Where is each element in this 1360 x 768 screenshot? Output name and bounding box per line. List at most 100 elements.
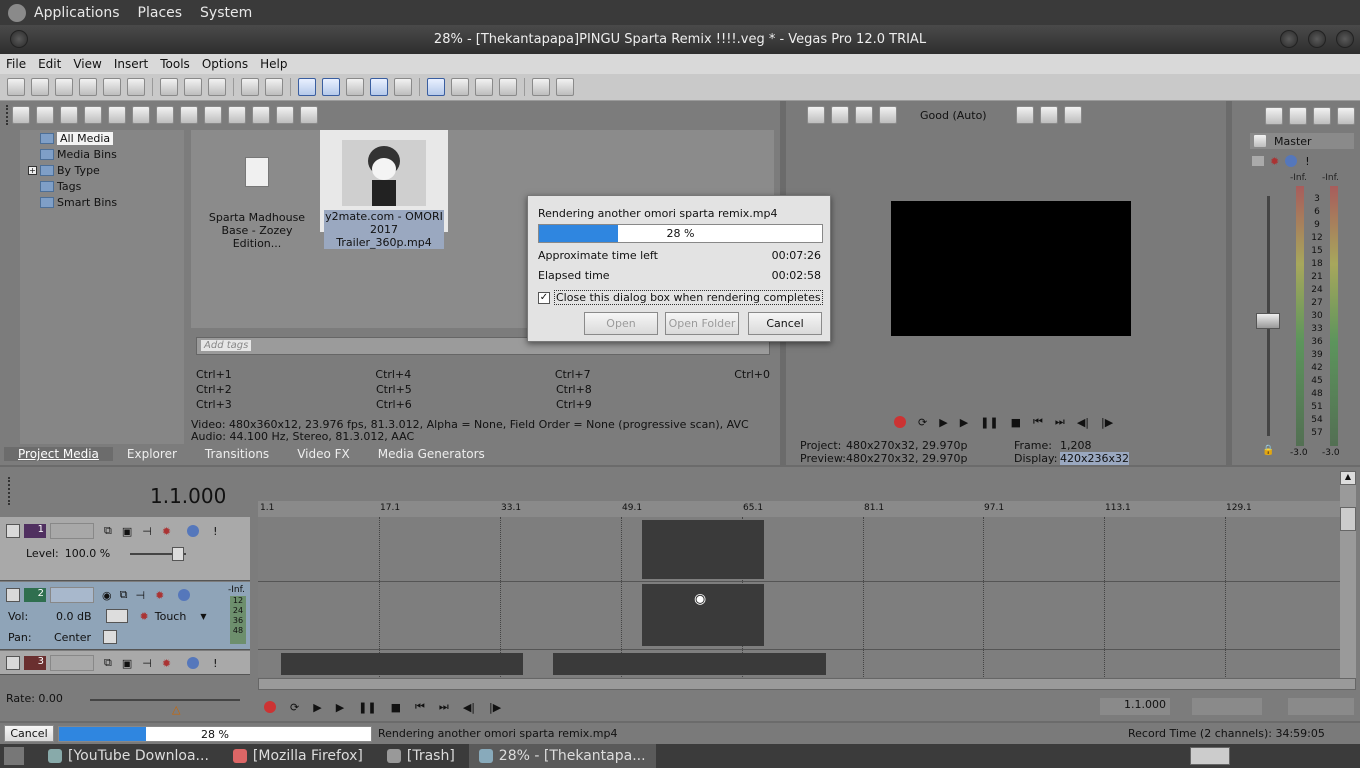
tab-project-media[interactable]: Project Media bbox=[4, 447, 113, 461]
render-as-icon[interactable] bbox=[103, 78, 121, 96]
pan-slider[interactable] bbox=[103, 630, 118, 644]
solo-icon[interactable]: ! bbox=[213, 525, 217, 538]
record-icon[interactable] bbox=[894, 416, 906, 428]
properties-icon[interactable] bbox=[127, 78, 145, 96]
menu-tools[interactable]: Tools bbox=[160, 57, 190, 71]
system-menu[interactable]: System bbox=[200, 5, 252, 21]
menu-file[interactable]: File bbox=[6, 57, 26, 71]
solo-icon[interactable]: ! bbox=[1305, 155, 1309, 168]
preview-properties-icon[interactable] bbox=[807, 106, 825, 124]
envelope-tool-icon[interactable] bbox=[322, 78, 340, 96]
menu-options[interactable]: Options bbox=[202, 57, 248, 71]
next-frame-icon[interactable]: |▶ bbox=[489, 701, 501, 714]
end-time-field[interactable]: 1.1.000 bbox=[1100, 698, 1170, 715]
cancel-render-button[interactable]: Cancel bbox=[748, 312, 822, 335]
tab-video-fx[interactable]: Video FX bbox=[283, 447, 364, 461]
master-fx-icon[interactable] bbox=[1253, 134, 1267, 148]
link-icon[interactable] bbox=[180, 106, 198, 124]
overlays-grid-icon[interactable] bbox=[1015, 106, 1034, 124]
play-from-start-icon[interactable]: ▶ bbox=[313, 701, 321, 714]
vol-slider[interactable] bbox=[105, 609, 128, 623]
media-item-selected[interactable]: y2mate.com - OMORI 2017 Trailer_360p.mp4 bbox=[320, 130, 448, 249]
cut-icon[interactable] bbox=[160, 78, 178, 96]
menu-view[interactable]: View bbox=[73, 57, 101, 71]
copy-icon[interactable] bbox=[184, 78, 202, 96]
panel-grip[interactable] bbox=[6, 105, 9, 125]
taskbar-item-vegas[interactable]: 28% - [Thekantapa... bbox=[468, 744, 656, 768]
go-to-start-icon[interactable]: ⏮ bbox=[415, 700, 425, 714]
mixer-icon[interactable] bbox=[1337, 107, 1355, 125]
close-when-done-checkbox[interactable]: ✓ bbox=[538, 291, 550, 304]
places-menu[interactable]: Places bbox=[138, 5, 183, 21]
save-icon[interactable] bbox=[55, 78, 73, 96]
tab-media-generators[interactable]: Media Generators bbox=[364, 447, 499, 461]
dim-output-icon[interactable] bbox=[1313, 107, 1331, 125]
undo-icon[interactable] bbox=[241, 78, 259, 96]
lock-envelopes-icon[interactable] bbox=[394, 78, 412, 96]
menu-edit[interactable]: Edit bbox=[38, 57, 61, 71]
track-fx-icon[interactable]: ⧉ bbox=[104, 524, 112, 538]
track-expand-icon[interactable] bbox=[6, 524, 20, 538]
play-icon[interactable]: ▶ bbox=[336, 701, 344, 714]
web-icon[interactable] bbox=[108, 106, 126, 124]
quality-dropdown[interactable]: Good (Auto) bbox=[920, 109, 987, 122]
stop-media-icon[interactable] bbox=[228, 106, 246, 124]
automation-gear-icon[interactable]: ✹ bbox=[140, 610, 149, 623]
media-fx-icon[interactable] bbox=[156, 106, 174, 124]
workspace-switcher-icon[interactable] bbox=[1190, 747, 1230, 765]
loop-icon[interactable]: ⟳ bbox=[290, 701, 299, 714]
stop-icon[interactable]: ■ bbox=[391, 701, 401, 714]
chevron-down-icon[interactable]: ▼ bbox=[200, 612, 206, 621]
ignore-grouping-icon[interactable] bbox=[475, 78, 493, 96]
track-gear-icon[interactable]: ✹ bbox=[155, 589, 164, 602]
record-icon[interactable] bbox=[532, 78, 550, 96]
tab-explorer[interactable]: Explorer bbox=[113, 447, 191, 461]
master-fader-handle[interactable] bbox=[1256, 313, 1280, 329]
whats-this-help-icon[interactable] bbox=[556, 78, 574, 96]
media-item[interactable]: Sparta Madhouse Base - Zozey Edition... bbox=[197, 152, 317, 250]
tree-item-media-bins[interactable]: Media Bins bbox=[28, 146, 184, 162]
play-icon[interactable]: ▶ bbox=[960, 416, 968, 429]
scroll-up-icon[interactable]: ▲ bbox=[1340, 471, 1356, 485]
go-to-start-icon[interactable]: ⏮ bbox=[1033, 415, 1043, 429]
downmix-icon[interactable] bbox=[1289, 107, 1307, 125]
views-icon[interactable] bbox=[276, 106, 294, 124]
expand-icon[interactable]: + bbox=[28, 165, 37, 175]
paste-icon[interactable] bbox=[208, 78, 226, 96]
level-slider[interactable] bbox=[130, 546, 187, 561]
new-file-icon[interactable] bbox=[7, 78, 25, 96]
compositing-icon[interactable]: ▣ bbox=[122, 657, 132, 670]
maximize-button[interactable] bbox=[1307, 30, 1326, 48]
stop-icon[interactable]: ■ bbox=[1011, 416, 1021, 429]
vertical-scrollbar[interactable]: ▲ bbox=[1340, 471, 1356, 687]
open-folder-button[interactable]: Open Folder bbox=[665, 312, 739, 335]
track-motion-icon[interactable]: ⊣ bbox=[135, 589, 145, 602]
compositing-icon[interactable]: ▣ bbox=[122, 525, 132, 538]
remove-icon[interactable] bbox=[132, 106, 150, 124]
track-fx-icon[interactable]: ⧉ bbox=[104, 656, 112, 670]
mute-icon[interactable] bbox=[187, 657, 200, 669]
record-icon[interactable] bbox=[264, 701, 276, 713]
previous-frame-icon[interactable]: ◀| bbox=[1077, 416, 1089, 429]
track-fx-icon[interactable]: ⧉ bbox=[120, 588, 128, 602]
previous-frame-icon[interactable]: ◀| bbox=[463, 701, 475, 714]
track-header-3[interactable]: 3 ⧉ ▣ ⊣ ✹ ! bbox=[0, 651, 250, 675]
track-gear-icon[interactable]: ✹ bbox=[162, 525, 171, 538]
tree-item-by-type[interactable]: + By Type bbox=[28, 162, 184, 178]
track-header-2[interactable]: 2 ◉ ⧉ ⊣ ✹ -Inf. 12 24 36 48 Vol: 0.0 dB … bbox=[0, 582, 250, 650]
pause-icon[interactable]: ❚❚ bbox=[358, 701, 376, 714]
minimize-button[interactable] bbox=[1279, 30, 1298, 48]
taskbar-item-firefox[interactable]: [Mozilla Firefox] bbox=[223, 744, 373, 768]
audio-event[interactable] bbox=[281, 653, 523, 675]
close-when-done-label[interactable]: Close this dialog box when rendering com… bbox=[554, 290, 823, 305]
split-screen-icon[interactable] bbox=[855, 106, 873, 124]
pause-icon[interactable]: ❚❚ bbox=[980, 416, 998, 429]
lock-icon[interactable] bbox=[499, 78, 517, 96]
menu-insert[interactable]: Insert bbox=[114, 57, 148, 71]
get-media-icon[interactable] bbox=[60, 106, 78, 124]
snapping-icon[interactable] bbox=[427, 78, 445, 96]
open-folder-icon[interactable] bbox=[31, 78, 49, 96]
solo-icon[interactable]: ! bbox=[213, 657, 217, 670]
import-media-icon[interactable] bbox=[12, 106, 30, 124]
video-event[interactable] bbox=[642, 520, 764, 579]
